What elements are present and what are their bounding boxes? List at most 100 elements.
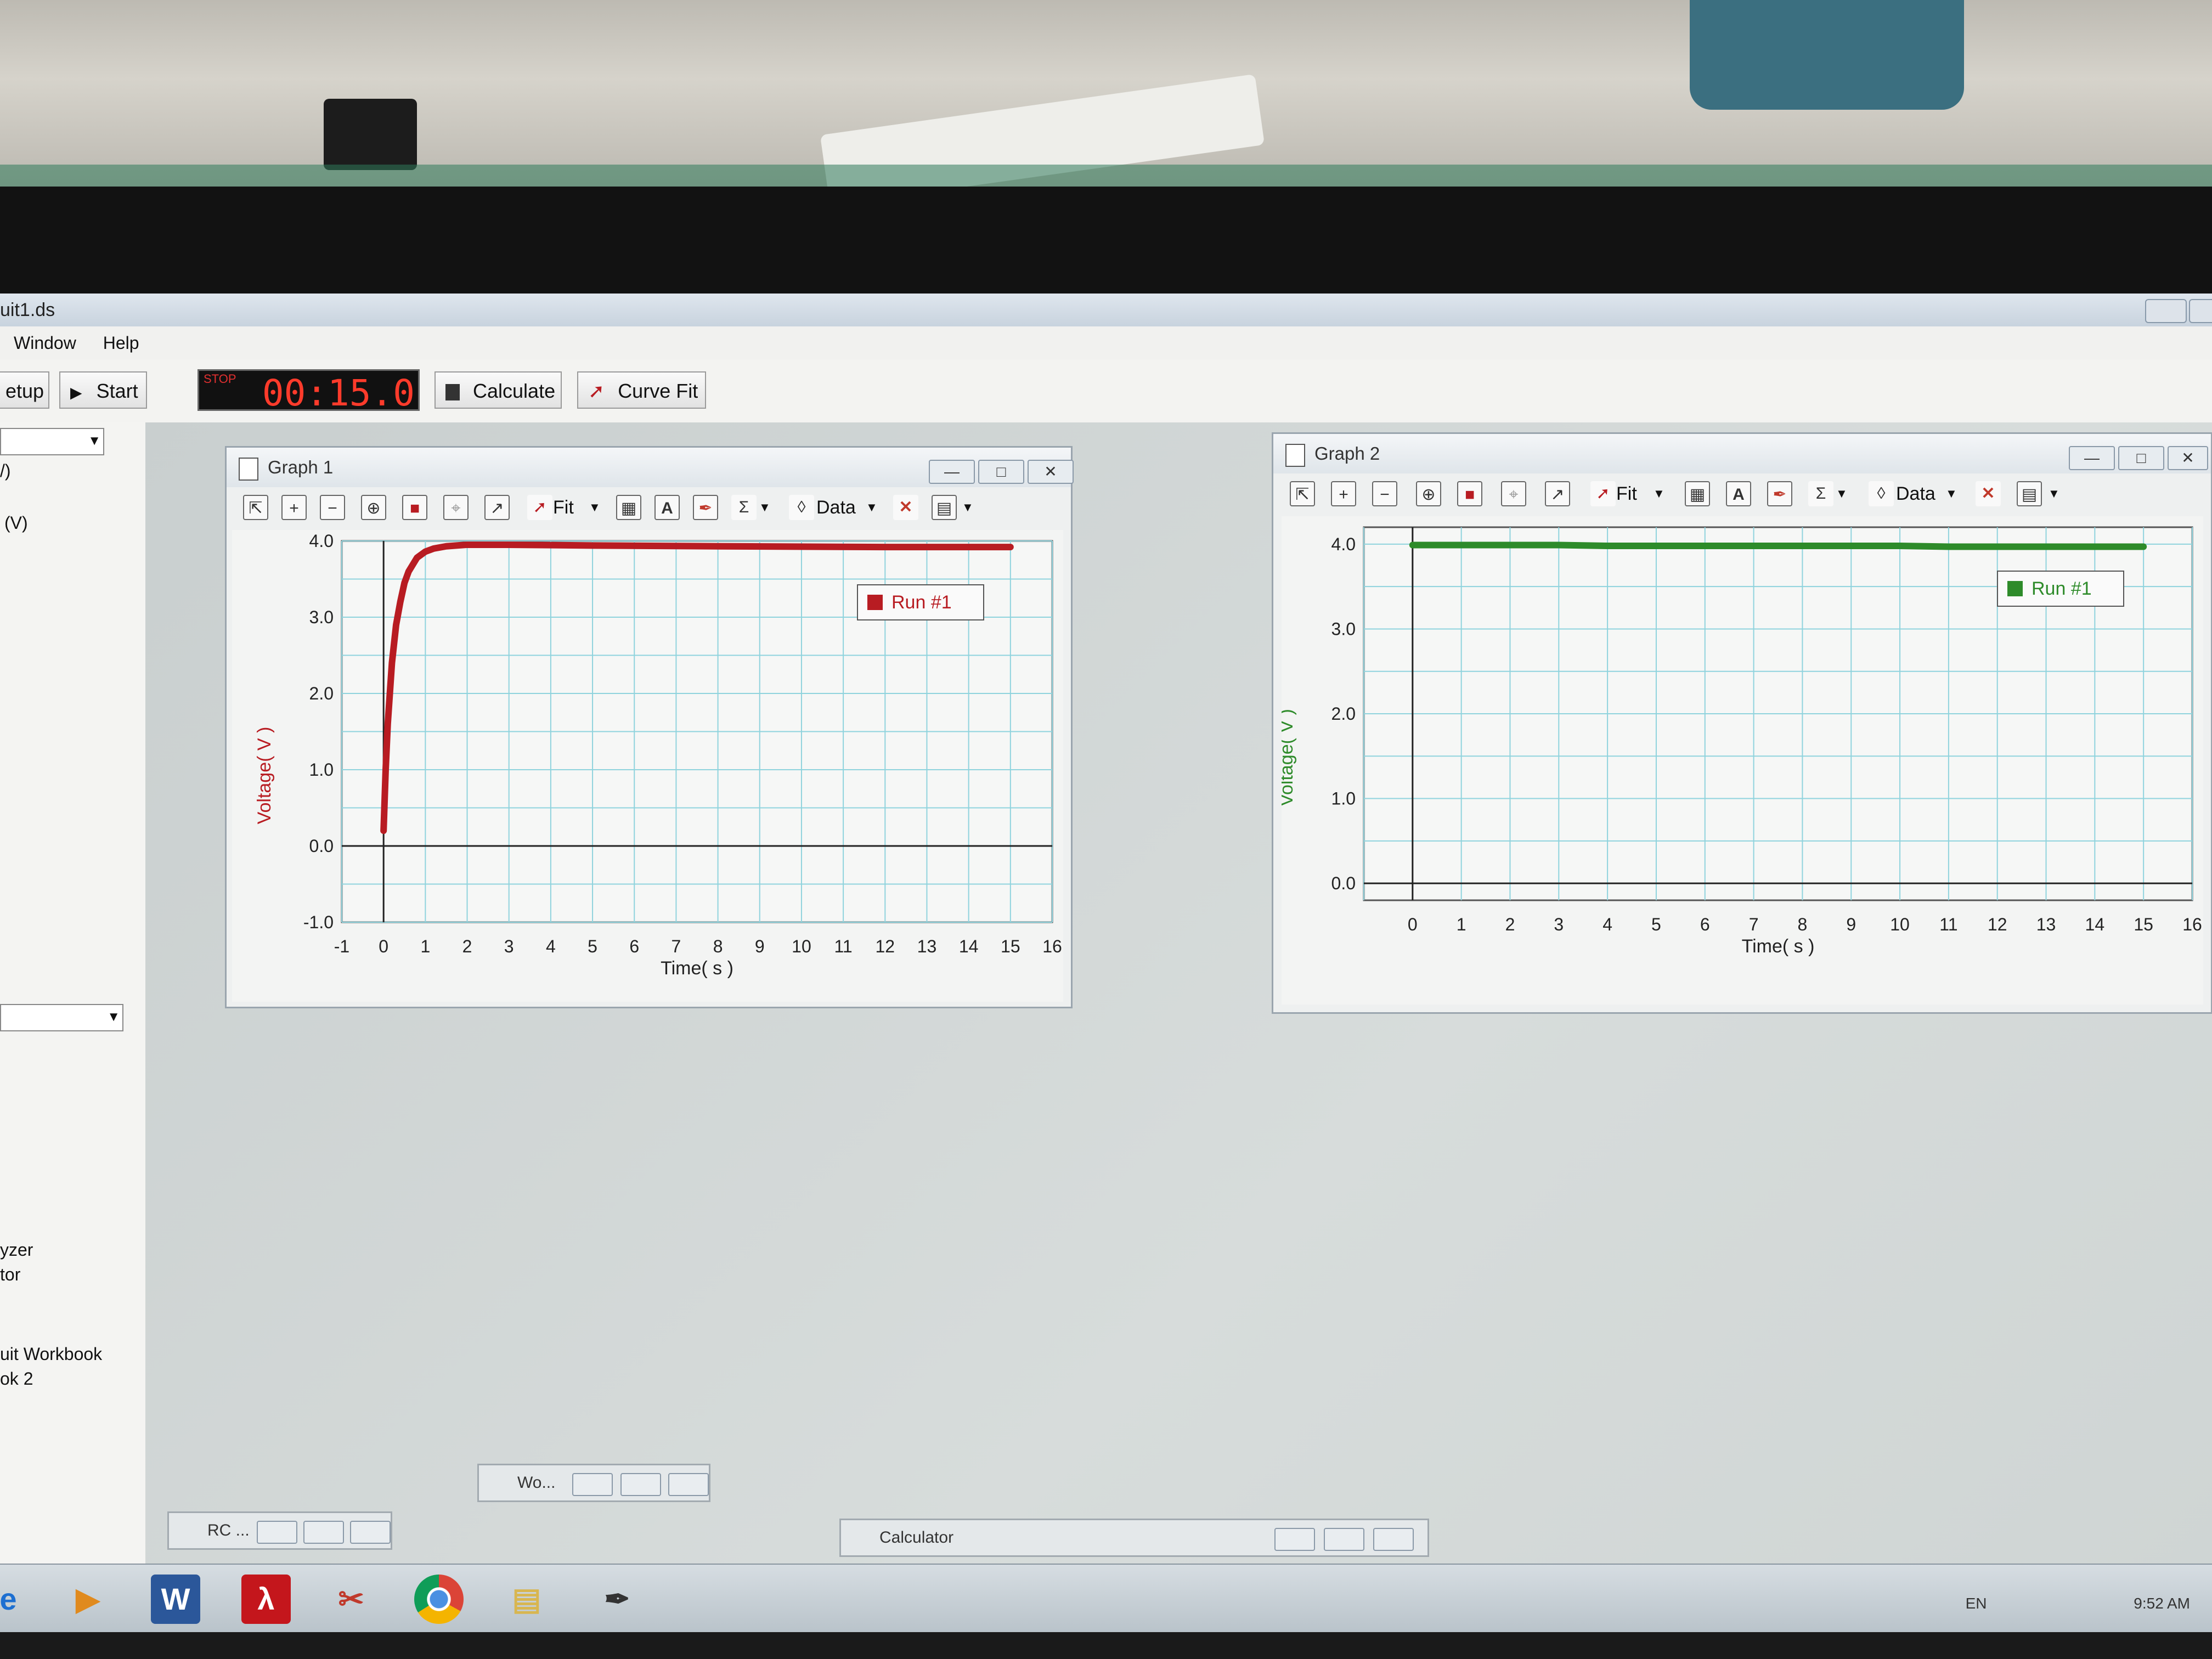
data-point xyxy=(414,555,420,561)
annotation-icon[interactable]: A xyxy=(1726,481,1751,506)
main-toolbar: etup ▶ Start STOP 00:15.0 Calculate ➚ Cu… xyxy=(0,359,2212,424)
legend-label: Run #1 xyxy=(891,592,952,613)
graph-icon xyxy=(1285,444,1305,467)
acrobat-icon[interactable]: λ xyxy=(241,1575,291,1624)
annotation-icon[interactable]: A xyxy=(654,495,680,520)
minimize-button[interactable]: — xyxy=(929,460,975,484)
sidebar-item-workbook[interactable]: uit Workbook xyxy=(0,1344,102,1364)
statistics-icon[interactable]: Σ xyxy=(731,495,757,520)
chevron-down-icon[interactable]: ▼ xyxy=(1945,481,1957,506)
clock[interactable]: 9:52 AM xyxy=(2134,1595,2190,1612)
statistics-icon[interactable]: Σ xyxy=(1808,481,1833,506)
maximize-button[interactable] xyxy=(620,1473,661,1496)
close-button[interactable] xyxy=(668,1473,709,1496)
scale-to-fit-icon[interactable]: ⇱ xyxy=(1290,481,1315,506)
x-tick-label: 14 xyxy=(2085,915,2105,934)
delete-icon[interactable]: ✕ xyxy=(893,495,918,520)
minimized-workbook-window[interactable]: Wo... xyxy=(477,1464,710,1502)
chevron-down-icon[interactable]: ▼ xyxy=(2048,481,2060,506)
restore-button[interactable] xyxy=(572,1473,613,1496)
maximize-button[interactable] xyxy=(1324,1528,1364,1551)
sidebar-item-workbook-2[interactable]: ok 2 xyxy=(0,1369,33,1389)
chevron-down-icon[interactable]: ▼ xyxy=(589,495,601,520)
graph-1-plot[interactable]: -1 0 1 2 3 4 5 6 7 8 9 10 11 12 13 14 15 164.03.02.01.00.… xyxy=(232,530,1063,1002)
setup-button[interactable]: etup xyxy=(0,371,49,409)
x-tick-label: 4 xyxy=(546,936,556,956)
file-explorer-icon[interactable]: ▤ xyxy=(502,1575,551,1624)
x-tick-label: 10 xyxy=(792,936,811,956)
graph-settings-icon[interactable]: ▤ xyxy=(932,495,957,520)
maximize-button[interactable] xyxy=(303,1521,344,1544)
lock-icon[interactable]: ■ xyxy=(1457,481,1482,506)
calculator-icon[interactable]: ▦ xyxy=(616,495,641,520)
internet-explorer-icon[interactable]: e xyxy=(0,1575,33,1624)
slope-tool-icon[interactable]: ↗ xyxy=(1545,481,1570,506)
sidebar-item-voltage-1[interactable]: /) xyxy=(0,461,11,481)
word-icon[interactable]: W xyxy=(151,1575,200,1624)
graph-settings-icon[interactable]: ▤ xyxy=(2017,481,2042,506)
chevron-down-icon[interactable]: ▼ xyxy=(1836,481,1848,506)
zoom-out-icon[interactable]: − xyxy=(320,495,345,520)
datastudio-icon[interactable]: ✒ xyxy=(592,1575,642,1624)
scale-to-fit-icon[interactable]: ⇱ xyxy=(243,495,268,520)
chevron-down-icon[interactable]: ▼ xyxy=(1653,481,1665,506)
sidebar-item-calculator[interactable]: tor xyxy=(0,1265,20,1285)
x-tick-label: -1 xyxy=(334,936,349,956)
graph-2-window[interactable]: Graph 2 — □ ✕ ⇱ + − ⊕ ■ ⌖ ↗ ➚ Fit ▼ ▦ A … xyxy=(1272,432,2212,1014)
curve-fit-button[interactable]: ➚ Curve Fit xyxy=(577,371,706,409)
zoom-in-icon[interactable]: + xyxy=(281,495,307,520)
menu-window[interactable]: Window xyxy=(14,333,76,353)
sidebar-item-analyzer[interactable]: yzer xyxy=(0,1240,33,1260)
sidebar-bottom-dropdown[interactable]: ▼ xyxy=(0,1004,123,1031)
coordinates-icon[interactable]: ⌖ xyxy=(1501,481,1526,506)
chevron-down-icon[interactable]: ▼ xyxy=(759,495,771,520)
chevron-down-icon[interactable]: ▼ xyxy=(962,495,974,520)
calculate-button[interactable]: Calculate xyxy=(435,371,562,409)
x-axis-title: Time( s ) xyxy=(661,958,733,979)
close-button[interactable]: ✕ xyxy=(2168,446,2208,470)
data-menu[interactable]: Data xyxy=(1896,481,1936,506)
menu-help[interactable]: Help xyxy=(103,333,139,353)
draw-prediction-icon[interactable]: ✒ xyxy=(1767,481,1792,506)
data-menu[interactable]: Data xyxy=(816,495,856,520)
minimized-rc-window[interactable]: RC ... xyxy=(167,1511,392,1550)
language-indicator[interactable]: EN xyxy=(1966,1595,1987,1612)
zoom-out-icon[interactable]: − xyxy=(1372,481,1397,506)
start-button[interactable]: ▶ Start xyxy=(59,371,147,409)
graph-2-plot[interactable]: 0 1 2 3 4 5 6 7 8 9 10 11 12 13 14 15 164.03.02.01.00.0T… xyxy=(1282,516,2203,1005)
fit-menu[interactable]: Fit xyxy=(1616,481,1637,506)
close-button[interactable] xyxy=(350,1521,391,1544)
x-tick-label: 13 xyxy=(2036,915,2056,934)
graph-1-window[interactable]: Graph 1 — □ ✕ ⇱ + − ⊕ ■ ⌖ ↗ ➚ Fit ▼ ▦ A … xyxy=(225,446,1074,1008)
minimize-button[interactable]: — xyxy=(2069,446,2115,470)
restore-button[interactable] xyxy=(257,1521,297,1544)
sidebar-top-dropdown[interactable]: ▼ xyxy=(0,428,104,455)
sidebar-item-voltage-2[interactable]: (V) xyxy=(4,513,28,533)
coordinates-icon[interactable]: ⌖ xyxy=(443,495,469,520)
draw-prediction-icon[interactable]: ✒ xyxy=(693,495,718,520)
graph-2-title-bar: Graph 2 — □ ✕ xyxy=(1273,434,2211,473)
close-button[interactable] xyxy=(1373,1528,1414,1551)
minimize-button[interactable] xyxy=(2145,299,2187,323)
minimized-calculator-window[interactable]: Calculator xyxy=(839,1519,1429,1557)
slope-tool-icon[interactable]: ↗ xyxy=(484,495,510,520)
chrome-icon[interactable] xyxy=(414,1575,464,1624)
zoom-in-icon[interactable]: + xyxy=(1331,481,1356,506)
zoom-select-icon[interactable]: ⊕ xyxy=(361,495,386,520)
lock-icon[interactable]: ■ xyxy=(402,495,427,520)
snipping-tool-icon[interactable]: ✂ xyxy=(326,1575,376,1624)
zoom-select-icon[interactable]: ⊕ xyxy=(1416,481,1441,506)
stop-indicator: STOP xyxy=(204,372,236,386)
data-point xyxy=(1556,542,1562,548)
chevron-down-icon[interactable]: ▼ xyxy=(866,495,878,520)
maximize-button[interactable] xyxy=(2189,299,2212,323)
close-button[interactable]: ✕ xyxy=(1028,460,1074,484)
calculator-icon[interactable]: ▦ xyxy=(1685,481,1710,506)
x-tick-label: 4 xyxy=(1602,915,1612,934)
delete-icon[interactable]: ✕ xyxy=(1976,481,2001,506)
maximize-button[interactable]: □ xyxy=(978,460,1024,484)
minimize-button[interactable] xyxy=(1274,1528,1315,1551)
media-player-icon[interactable]: ▶ xyxy=(63,1575,112,1624)
fit-menu[interactable]: Fit xyxy=(553,495,574,520)
maximize-button[interactable]: □ xyxy=(2118,446,2164,470)
